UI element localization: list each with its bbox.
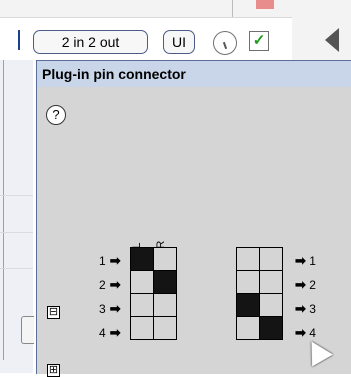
window-title[interactable]: Plug-in pin connector <box>37 61 351 87</box>
row-number: 2 <box>309 278 316 292</box>
output-pin-cell[interactable] <box>259 293 283 317</box>
host-divider <box>0 232 33 233</box>
input-row-label: 3 ➡ <box>99 297 121 321</box>
row-number: 3 <box>309 302 316 316</box>
output-pin-cell[interactable] <box>259 316 283 340</box>
host-record-indicator <box>256 0 274 9</box>
input-pin-cell[interactable] <box>130 270 154 294</box>
input-matrix-row <box>130 293 177 317</box>
arrow-right-icon: ➡ <box>109 301 121 316</box>
input-matrix-row <box>130 270 177 294</box>
host-separator <box>232 0 233 17</box>
arrow-right-icon: ➡ <box>295 253 306 268</box>
output-matrix-row <box>236 316 283 340</box>
host-divider <box>0 195 33 196</box>
output-pin-cell[interactable] <box>236 247 260 271</box>
wet-knob-icon[interactable] <box>213 31 237 55</box>
input-row-label: 2 ➡ <box>99 273 121 297</box>
row-number: 3 <box>99 302 106 316</box>
host-top-strip <box>0 0 351 18</box>
arrow-right-icon: ➡ <box>295 325 306 340</box>
enable-checkbox[interactable]: ✓ <box>249 31 269 51</box>
arrow-right-icon: ➡ <box>109 253 121 268</box>
host-selection-marker <box>18 30 20 50</box>
io-config-button[interactable]: 2 in 2 out <box>33 30 148 54</box>
arrow-right-icon: ➡ <box>109 325 121 340</box>
arrow-right-icon: ➡ <box>109 277 121 292</box>
host-side-tab[interactable] <box>21 316 34 344</box>
input-matrix-row <box>130 316 177 340</box>
input-pin-cell[interactable] <box>130 247 154 271</box>
help-button[interactable]: ? <box>46 105 66 125</box>
row-number: 1 <box>309 254 316 268</box>
input-pin-cell[interactable] <box>153 247 177 271</box>
expand-channels-button[interactable]: ⊞ <box>47 364 60 377</box>
output-pin-cell[interactable] <box>236 293 260 317</box>
output-pin-cell[interactable] <box>259 247 283 271</box>
output-matrix-row <box>236 270 283 294</box>
output-pin-matrix <box>236 247 283 340</box>
input-pin-cell[interactable] <box>153 270 177 294</box>
host-toolbar: 2 in 2 out UI ✓ <box>0 0 351 60</box>
pin-connector-window: Plug-in pin connector ? Main Input L Mai… <box>36 60 351 377</box>
collapse-channels-button[interactable]: ⊟ <box>47 306 60 319</box>
ui-button[interactable]: UI <box>163 30 195 54</box>
output-pin-cell[interactable] <box>236 316 260 340</box>
arrow-right-icon: ➡ <box>295 277 306 292</box>
input-matrix-row <box>130 247 177 271</box>
row-number: 4 <box>309 326 316 340</box>
input-pin-cell[interactable] <box>153 316 177 340</box>
row-number: 1 <box>99 254 106 268</box>
output-row-label: ➡ 3 <box>291 297 316 321</box>
input-pin-cell[interactable] <box>130 293 154 317</box>
output-pin-cell[interactable] <box>259 270 283 294</box>
row-number: 4 <box>99 326 106 340</box>
input-pin-matrix <box>130 247 177 340</box>
output-matrix-row <box>236 247 283 271</box>
output-matrix-row <box>236 293 283 317</box>
input-row-label: 4 ➡ <box>99 321 121 345</box>
output-row-label: ➡ 1 <box>291 249 316 273</box>
host-divider <box>0 268 33 269</box>
input-row-label: 1 ➡ <box>99 249 121 273</box>
input-pin-cell[interactable] <box>153 293 177 317</box>
scroll-left-icon[interactable] <box>325 28 339 52</box>
output-pin-cell[interactable] <box>236 270 260 294</box>
input-pin-cell[interactable] <box>130 316 154 340</box>
output-row-label: ➡ 2 <box>291 273 316 297</box>
host-right-bar <box>292 17 351 60</box>
arrow-right-icon: ➡ <box>295 301 306 316</box>
row-number: 2 <box>99 278 106 292</box>
